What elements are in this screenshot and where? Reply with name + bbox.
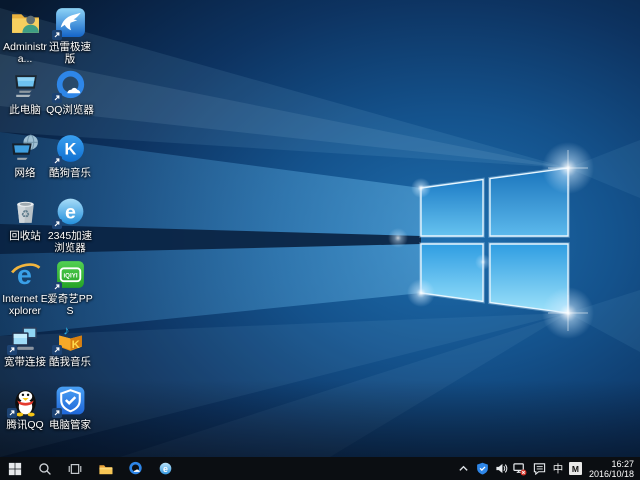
2345-browser-button[interactable]: e (150, 457, 180, 480)
desktop-icon-label: 宽带连接 (0, 356, 50, 368)
shortcut-arrow-badge (52, 93, 62, 103)
shortcut-arrow-badge (52, 219, 62, 229)
desktop-icon-iqiyi[interactable]: iQIYI 爱奇艺PPS (45, 258, 95, 317)
desktop-icon-administrator[interactable]: Administra... (0, 6, 50, 65)
folder-icon (98, 462, 113, 476)
clock-date: 2016/10/18 (589, 469, 634, 479)
thunder-speed-icon (54, 6, 87, 39)
desktop-icon-label: 网络 (0, 167, 50, 179)
desktop-icon-kuwo[interactable]: K♪ 酷我音乐 (45, 321, 95, 368)
taskbar: e 中 M 16:27 2016/10/18 (0, 457, 640, 480)
desktop-icon-label: Administra... (0, 41, 50, 65)
desktop-icon-label: 腾讯QQ (0, 419, 50, 431)
search-icon (38, 462, 52, 476)
desktop-icon-broadband[interactable]: 宽带连接 (0, 321, 50, 368)
file-explorer-button[interactable] (90, 457, 120, 480)
kugou-music-icon: K (54, 132, 87, 165)
svg-text:♻: ♻ (20, 210, 29, 221)
desktop-icon-2345-browser[interactable]: e 2345加速浏览器 (45, 195, 95, 254)
desktop-icon-label: Internet Explorer (0, 293, 50, 317)
2345-browser-icon: e (54, 195, 87, 228)
shortcut-arrow-badge (52, 345, 62, 355)
desktop-icon-network[interactable]: 网络 (0, 132, 50, 179)
tencent-qq-icon (9, 384, 42, 417)
iqiyi-pps-icon: iQIYI (54, 258, 87, 291)
svg-text:e: e (65, 202, 76, 224)
system-tray: 中 M 16:27 2016/10/18 (456, 459, 640, 479)
desktop-icon-label: 酷我音乐 (45, 356, 95, 368)
search-button[interactable] (30, 457, 60, 480)
wallpaper-windows-hero (0, 0, 640, 457)
network-disconnected-icon[interactable] (513, 461, 528, 477)
shortcut-arrow-badge (52, 408, 62, 418)
hidden-icons-chevron[interactable] (456, 461, 471, 477)
clock-time: 16:27 (589, 459, 634, 469)
svg-text:K: K (71, 339, 80, 351)
desktop-icon-label: QQ浏览器 (45, 104, 95, 116)
svg-text:iQIYI: iQIYI (63, 273, 77, 280)
kuwo-music-icon: K♪ (54, 321, 87, 354)
shortcut-arrow-badge (52, 156, 62, 166)
pc-manager-icon (54, 384, 87, 417)
desktop-icon-qq-browser[interactable]: QQ浏览器 (45, 69, 95, 116)
start-button[interactable] (0, 457, 30, 480)
ime-badge[interactable]: M (569, 462, 582, 475)
action-center-icon[interactable] (532, 461, 547, 477)
shortcut-arrow-badge (52, 30, 62, 40)
desktop-icon-this-pc[interactable]: 此电脑 (0, 69, 50, 116)
shortcut-arrow-badge (7, 345, 17, 355)
task-view-button[interactable] (60, 457, 90, 480)
volume-icon[interactable] (494, 461, 509, 477)
desktop-icon-label: 2345加速浏览器 (45, 230, 95, 254)
broadband-connection-icon (9, 321, 42, 354)
svg-text:e: e (163, 464, 168, 474)
qq-browser-icon (128, 461, 143, 476)
desktop-icon-internet-explorer[interactable]: e Internet Explorer (0, 258, 50, 317)
e-browser-icon: e (158, 461, 173, 476)
desktop-icon-label: 电脑管家 (45, 419, 95, 431)
desktop-icon-kugou[interactable]: K 酷狗音乐 (45, 132, 95, 179)
task-view-icon (68, 462, 82, 476)
this-pc-icon (9, 69, 42, 102)
ime-language-indicator[interactable]: 中 (551, 461, 565, 476)
qq-browser-icon (54, 69, 87, 102)
desktop-icon-label: 酷狗音乐 (45, 167, 95, 179)
desktop-icon-thunder[interactable]: 迅雷极速版 (45, 6, 95, 65)
qq-browser-button[interactable] (120, 457, 150, 480)
desktop: Administra... 此电脑 网络 ♻ 回收站 e Internet Ex… (0, 0, 640, 457)
network-places-icon (9, 132, 42, 165)
recycle-bin-icon: ♻ (9, 195, 42, 228)
pc-manager-tray-shield-icon[interactable] (475, 461, 490, 477)
user-folder-icon (9, 6, 42, 39)
shortcut-arrow-badge (7, 408, 17, 418)
svg-text:♪: ♪ (63, 323, 69, 337)
desktop-icon-recycle-bin[interactable]: ♻ 回收站 (0, 195, 50, 242)
desktop-icon-tencent-qq[interactable]: 腾讯QQ (0, 384, 50, 431)
internet-explorer-icon: e (9, 258, 42, 291)
desktop-icon-label: 回收站 (0, 230, 50, 242)
desktop-icon-label: 爱奇艺PPS (45, 293, 95, 317)
desktop-icon-pc-manager[interactable]: 电脑管家 (45, 384, 95, 431)
desktop-icon-label: 迅雷极速版 (45, 41, 95, 65)
svg-text:K: K (64, 141, 76, 159)
windows-logo-icon (8, 462, 22, 476)
desktop-icon-label: 此电脑 (0, 104, 50, 116)
shortcut-arrow-badge (52, 282, 62, 292)
taskbar-clock[interactable]: 16:27 2016/10/18 (586, 459, 638, 479)
